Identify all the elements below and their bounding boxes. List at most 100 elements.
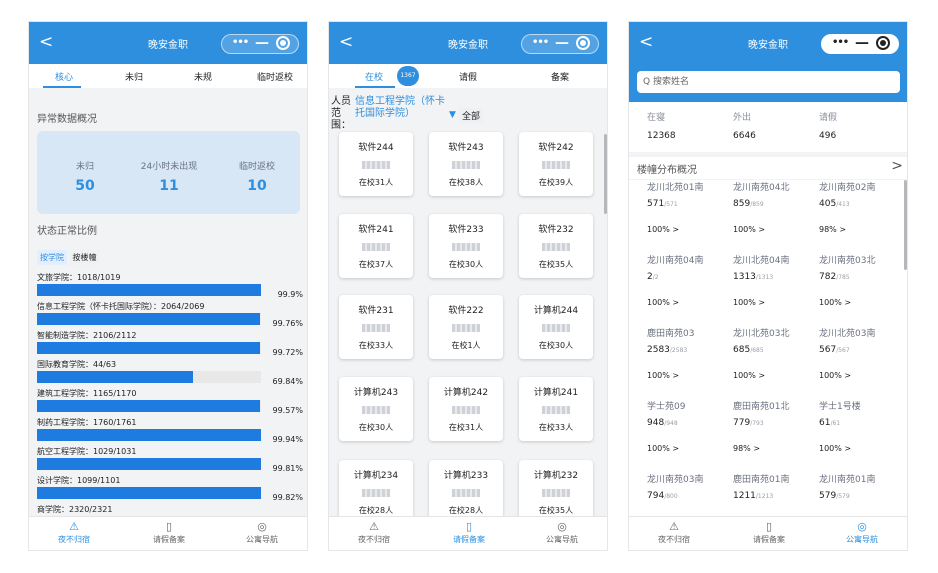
dropdown-icon[interactable]: ▼ <box>449 110 456 120</box>
close-target-icon[interactable] <box>576 36 590 50</box>
building-cell[interactable]: 龙川南苑03南 794/800 <box>647 472 733 517</box>
building-cell[interactable]: 龙川南苑03北 782/785 100% > <box>819 253 905 307</box>
class-card[interactable]: 软件244 在校31人 <box>339 132 413 196</box>
capsule-menu[interactable]: ••• — <box>521 34 599 54</box>
class-card[interactable]: 软件243 在校38人 <box>429 132 503 196</box>
filter-by-building[interactable]: 按楼幢 <box>69 250 100 265</box>
building-cell[interactable]: 学士苑09 948/948 100% > <box>647 399 733 453</box>
building-cell[interactable]: 龙川南苑02南 405/413 98% > <box>819 180 905 234</box>
building-rate-link[interactable]: 98% > <box>819 225 905 234</box>
summary-temp-return[interactable]: 临时返校 10 <box>213 159 301 194</box>
building-cell[interactable]: 龙川北苑01南 571/571 100% > <box>647 180 733 234</box>
filter-by-college[interactable]: 按学院 <box>37 250 67 265</box>
building-cell[interactable]: 龙川北苑03北 685/685 100% > <box>733 326 819 380</box>
building-cell[interactable]: 龙川南苑04北 859/859 100% > <box>733 180 819 234</box>
blurred-avatar <box>542 243 570 251</box>
class-card[interactable]: 软件233 在校30人 <box>429 214 503 278</box>
tab-core[interactable]: 核心 <box>55 70 73 83</box>
scrollbar[interactable] <box>904 180 907 270</box>
minimize-icon[interactable]: — <box>855 35 869 51</box>
college-ratio-row: 建筑工程学院：1165/1170 99.57% <box>37 388 303 417</box>
class-card[interactable]: 计算机244 在校30人 <box>519 295 593 359</box>
more-icon[interactable]: ••• <box>832 37 849 48</box>
building-rate-link[interactable]: 100% > <box>647 444 733 453</box>
tab-record[interactable]: 备案 <box>551 70 569 83</box>
title-bar: < 晚安金职 ••• — <box>629 22 907 64</box>
close-target-icon[interactable] <box>876 36 890 50</box>
search-input[interactable]: Q 搜索姓名 <box>637 71 900 93</box>
building-rate-link[interactable]: 100% > <box>819 444 905 453</box>
summary-24h-missing[interactable]: 24小时未出现 11 <box>125 159 213 194</box>
building-rate-link[interactable]: 100% > <box>647 371 733 380</box>
nav-night-absence[interactable]: ⚠ 夜不归宿 <box>329 520 419 545</box>
class-card[interactable]: 计算机242 在校31人 <box>429 377 503 441</box>
bottom-nav: ⚠ 夜不归宿 ▯ 请假备案 ◎ 公寓导航 <box>629 516 907 550</box>
chevron-right-icon[interactable]: > <box>891 158 903 174</box>
nav-night-absence[interactable]: ⚠ 夜不归宿 <box>629 520 719 545</box>
all-filter-button[interactable]: 全部 <box>459 108 484 123</box>
class-card[interactable]: 计算机241 在校33人 <box>519 377 593 441</box>
class-count: 在校38人 <box>448 178 484 187</box>
nav-leave-record[interactable]: ▯ 请假备案 <box>124 520 214 545</box>
tab-leave[interactable]: 请假 <box>459 70 477 83</box>
nav-dorm-navigation[interactable]: ◎ 公寓导航 <box>217 520 307 545</box>
nav-leave-record[interactable]: ▯ 请假备案 <box>724 520 814 545</box>
building-occupied: 405 <box>819 199 837 209</box>
building-cell[interactable]: 学士1号楼 61/61 100% > <box>819 399 905 453</box>
building-name: 鹿田南苑01南 <box>733 475 790 485</box>
distribution-header[interactable]: 楼幢分布概况 > <box>629 157 907 179</box>
more-icon[interactable]: ••• <box>232 37 249 48</box>
minimize-icon[interactable]: — <box>255 35 269 51</box>
capsule-menu[interactable]: ••• — <box>821 34 899 54</box>
building-cell[interactable]: 龙川南苑04南 2/2 100% > <box>647 253 733 307</box>
building-cell[interactable]: 龙川南苑01南 579/579 <box>819 472 905 517</box>
tab-in-school[interactable]: 在校 <box>365 70 383 83</box>
class-card[interactable]: 软件222 在校1人 <box>429 295 503 359</box>
summary-value: 11 <box>159 178 179 194</box>
building-total: /2583 <box>669 347 688 354</box>
tab-unregulated[interactable]: 未规 <box>194 70 212 83</box>
building-cell[interactable]: 鹿田南苑01北 779/793 98% > <box>733 399 819 453</box>
nav-dorm-navigation[interactable]: ◎ 公寓导航 <box>817 520 907 545</box>
ratio-bar-track <box>37 342 261 354</box>
tab-temp-return[interactable]: 临时返校 <box>257 70 293 83</box>
section-abnormal-title: 异常数据概况 <box>37 114 97 125</box>
building-rate-link[interactable]: 100% > <box>733 371 819 380</box>
building-rate-link[interactable]: 100% > <box>819 371 905 380</box>
scope-filter: 人员范围： 信息工程学院（怀卡托国际学院） ▼ 全部 <box>329 94 607 134</box>
nav-night-absence[interactable]: ⚠ 夜不归宿 <box>29 520 119 545</box>
class-card[interactable]: 软件231 在校33人 <box>339 295 413 359</box>
building-rate-link[interactable]: 100% > <box>647 298 733 307</box>
tab-not-returned[interactable]: 未归 <box>125 70 143 83</box>
class-card[interactable]: 计算机233 在校28人 <box>429 460 503 524</box>
building-occupied: 61 <box>819 418 831 428</box>
more-icon[interactable]: ••• <box>532 37 549 48</box>
building-cell[interactable]: 鹿田南苑01南 1211/1213 <box>733 472 819 517</box>
class-card[interactable]: 计算机234 在校28人 <box>339 460 413 524</box>
class-count: 在校33人 <box>538 423 574 432</box>
class-card[interactable]: 计算机243 在校30人 <box>339 377 413 441</box>
scrollbar[interactable] <box>604 134 607 214</box>
class-card[interactable]: 计算机232 在校35人 <box>519 460 593 524</box>
class-card[interactable]: 软件242 在校39人 <box>519 132 593 196</box>
building-rate-link[interactable]: 100% > <box>733 298 819 307</box>
class-card[interactable]: 软件232 在校35人 <box>519 214 593 278</box>
building-cell[interactable]: 龙川北苑04南 1313/1313 100% > <box>733 253 819 307</box>
capsule-menu[interactable]: ••• — <box>221 34 299 54</box>
class-card[interactable]: 软件241 在校37人 <box>339 214 413 278</box>
building-rate-link[interactable]: 100% > <box>647 225 733 234</box>
ratio-bar-fill <box>37 371 194 383</box>
building-cell[interactable]: 龙川北苑03南 567/567 100% > <box>819 326 905 380</box>
scope-value[interactable]: 信息工程学院（怀卡托国际学院） <box>355 96 447 120</box>
building-rate-link[interactable]: 98% > <box>733 444 819 453</box>
building-rate-link[interactable]: 100% > <box>819 298 905 307</box>
nav-dorm-navigation[interactable]: ◎ 公寓导航 <box>517 520 607 545</box>
building-total: /1213 <box>755 493 774 500</box>
building-cell[interactable]: 鹿田南苑03 2583/2583 100% > <box>647 326 733 380</box>
nav-leave-record[interactable]: ▯ 请假备案 <box>424 520 514 545</box>
summary-not-returned[interactable]: 未归 50 <box>41 159 129 194</box>
minimize-icon[interactable]: — <box>555 35 569 51</box>
close-target-icon[interactable] <box>276 36 290 50</box>
building-total: /571 <box>664 201 678 208</box>
building-rate-link[interactable]: 100% > <box>733 225 819 234</box>
